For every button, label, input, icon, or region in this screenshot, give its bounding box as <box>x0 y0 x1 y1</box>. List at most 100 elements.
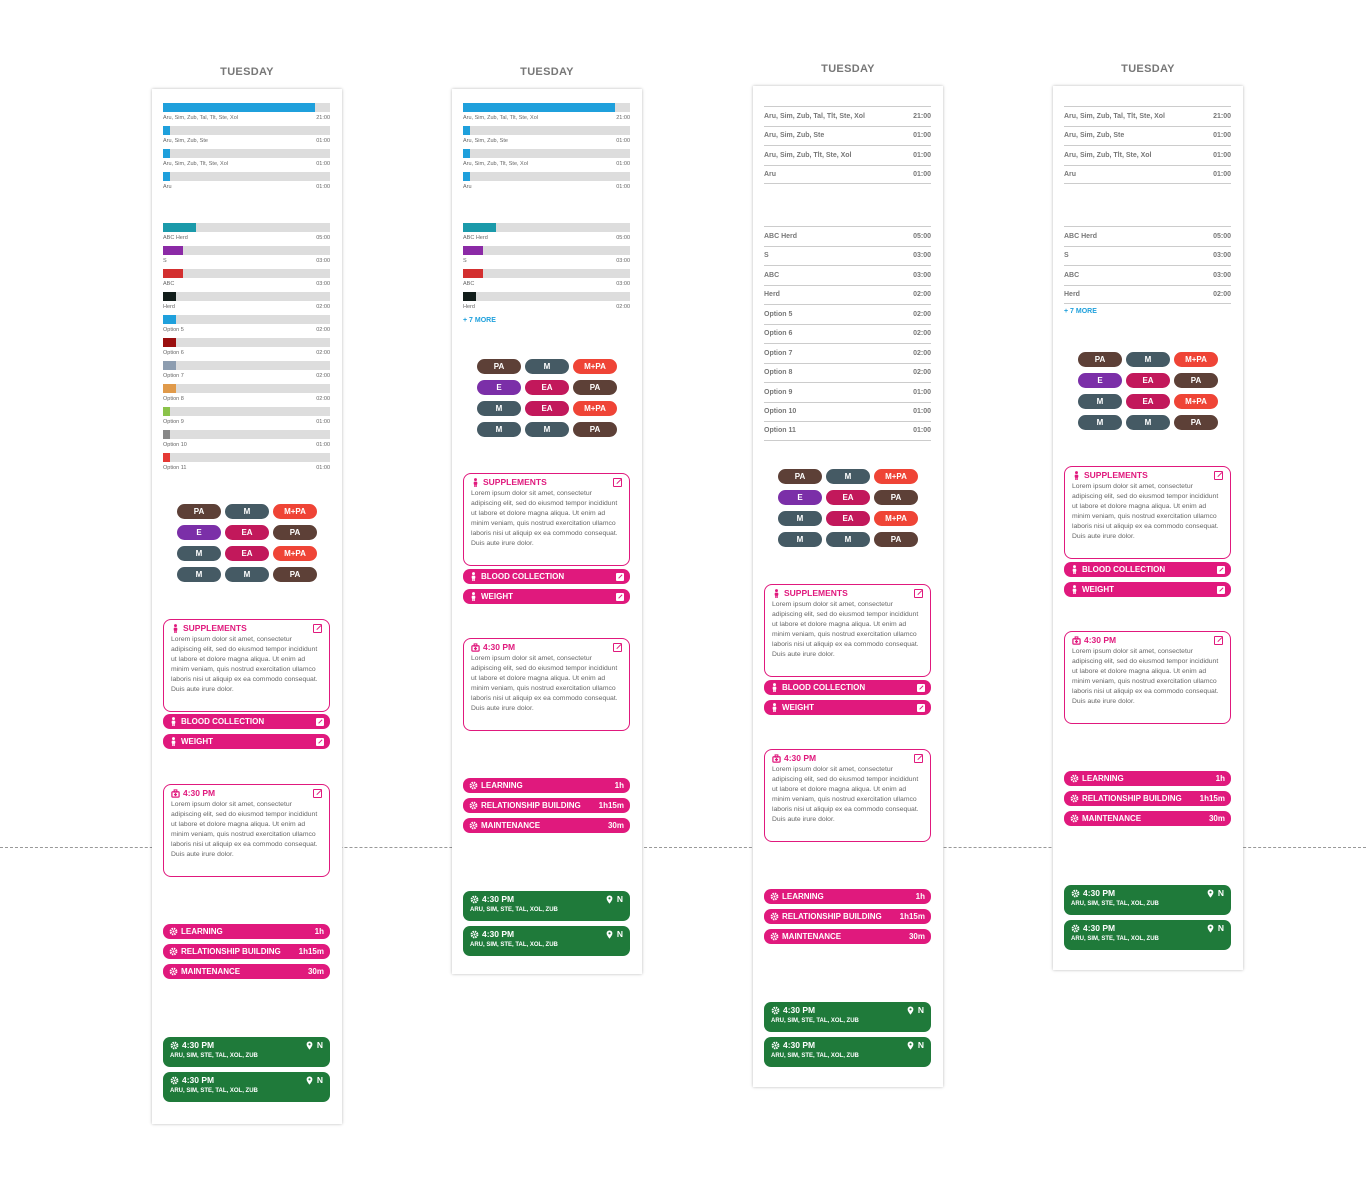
weight-bar[interactable]: WEIGHT <box>764 700 931 715</box>
edit-icon[interactable] <box>616 592 624 601</box>
event-card[interactable]: 4:30 PM N ARU, SIM, STE, TAL, XOL, ZUB <box>463 891 630 921</box>
activity-bar[interactable]: LEARNING 1h <box>463 778 630 793</box>
shift-pill[interactable]: M <box>525 359 569 374</box>
edit-icon[interactable] <box>914 588 923 598</box>
shift-pill[interactable]: PA <box>1078 352 1122 367</box>
shift-pill[interactable]: M <box>477 422 521 437</box>
shift-pill[interactable]: M <box>778 532 822 547</box>
shift-pill[interactable]: E <box>477 380 521 395</box>
activity-bar[interactable]: RELATIONSHIP BUILDING 1h15m <box>764 909 931 924</box>
activity-bar[interactable]: RELATIONSHIP BUILDING 1h15m <box>463 798 630 813</box>
shift-pill[interactable]: PA <box>273 567 317 582</box>
edit-icon[interactable] <box>313 788 322 798</box>
shift-pill[interactable]: M <box>1078 415 1122 430</box>
edit-icon[interactable] <box>613 477 622 487</box>
shift-pill[interactable]: PA <box>573 422 617 437</box>
shift-pill[interactable]: M+PA <box>1174 352 1218 367</box>
shift-pill[interactable]: PA <box>477 359 521 374</box>
shift-pill[interactable]: M <box>778 511 822 526</box>
supplements-card[interactable]: SUPPLEMENTS Lorem ipsum dolor sit amet, c… <box>463 473 630 566</box>
weight-bar[interactable]: WEIGHT <box>163 734 330 749</box>
shift-pill[interactable]: EA <box>525 380 569 395</box>
shift-pill[interactable]: M <box>1078 394 1122 409</box>
shift-pill[interactable]: EA <box>826 490 870 505</box>
appointment-card[interactable]: 4:30 PM Lorem ipsum dolor sit amet, conse… <box>764 749 931 842</box>
event-card[interactable]: 4:30 PM N ARU, SIM, STE, TAL, XOL, ZUB <box>1064 885 1231 915</box>
weight-bar[interactable]: WEIGHT <box>1064 582 1231 597</box>
shift-pill[interactable]: M <box>225 504 269 519</box>
activity-bar[interactable]: MAINTENANCE 30m <box>163 964 330 979</box>
shift-pill[interactable]: M <box>826 469 870 484</box>
shift-pill[interactable]: PA <box>573 380 617 395</box>
shift-pill[interactable]: PA <box>874 490 918 505</box>
edit-icon[interactable] <box>316 717 324 726</box>
event-card[interactable]: 4:30 PM N ARU, SIM, STE, TAL, XOL, ZUB <box>1064 920 1231 950</box>
activity-bar[interactable]: MAINTENANCE 30m <box>463 818 630 833</box>
supplements-card[interactable]: SUPPLEMENTS Lorem ipsum dolor sit amet, c… <box>764 584 931 677</box>
activity-bar[interactable]: RELATIONSHIP BUILDING 1h15m <box>1064 791 1231 806</box>
shift-pill[interactable]: PA <box>177 504 221 519</box>
shift-pill[interactable]: M <box>826 532 870 547</box>
more-link[interactable]: + 7 MORE <box>463 317 630 324</box>
shift-pill[interactable]: M <box>177 546 221 561</box>
activity-bar[interactable]: LEARNING 1h <box>1064 771 1231 786</box>
shift-pill[interactable]: EA <box>1126 373 1170 388</box>
activity-bar[interactable]: LEARNING 1h <box>764 889 931 904</box>
blood-collection-bar[interactable]: BLOOD COLLECTION <box>764 680 931 695</box>
event-card[interactable]: 4:30 PM N ARU, SIM, STE, TAL, XOL, ZUB <box>463 926 630 956</box>
shift-pill[interactable]: M <box>477 401 521 416</box>
shift-pill[interactable]: M+PA <box>874 511 918 526</box>
shift-pill[interactable]: M+PA <box>273 504 317 519</box>
activity-bar[interactable]: RELATIONSHIP BUILDING 1h15m <box>163 944 330 959</box>
activity-bar[interactable]: MAINTENANCE 30m <box>764 929 931 944</box>
shift-pill[interactable]: EA <box>525 401 569 416</box>
edit-icon[interactable] <box>316 737 324 746</box>
shift-pill[interactable]: PA <box>1174 373 1218 388</box>
shift-pill[interactable]: E <box>177 525 221 540</box>
edit-icon[interactable] <box>613 642 622 652</box>
shift-pill[interactable]: E <box>1078 373 1122 388</box>
supplements-card[interactable]: SUPPLEMENTS Lorem ipsum dolor sit amet, c… <box>1064 466 1231 559</box>
edit-icon[interactable] <box>1217 585 1225 594</box>
shift-pill[interactable]: PA <box>273 525 317 540</box>
supplements-card[interactable]: SUPPLEMENTS Lorem ipsum dolor sit amet, c… <box>163 619 330 712</box>
shift-pill[interactable]: M+PA <box>573 359 617 374</box>
shift-pill[interactable]: M <box>1126 352 1170 367</box>
edit-icon[interactable] <box>1214 635 1223 645</box>
shift-pill[interactable]: M+PA <box>273 546 317 561</box>
edit-icon[interactable] <box>917 703 925 712</box>
more-link[interactable]: + 7 MORE <box>1064 308 1231 315</box>
shift-pill[interactable]: M <box>525 422 569 437</box>
event-card[interactable]: 4:30 PM N ARU, SIM, STE, TAL, XOL, ZUB <box>764 1002 931 1032</box>
edit-icon[interactable] <box>616 572 624 581</box>
shift-pill[interactable]: PA <box>778 469 822 484</box>
shift-pill[interactable]: M <box>225 567 269 582</box>
blood-collection-bar[interactable]: BLOOD COLLECTION <box>163 714 330 729</box>
activity-bar[interactable]: LEARNING 1h <box>163 924 330 939</box>
shift-pill[interactable]: EA <box>225 546 269 561</box>
activity-bar[interactable]: MAINTENANCE 30m <box>1064 811 1231 826</box>
appointment-card[interactable]: 4:30 PM Lorem ipsum dolor sit amet, conse… <box>463 638 630 731</box>
event-card[interactable]: 4:30 PM N ARU, SIM, STE, TAL, XOL, ZUB <box>163 1037 330 1067</box>
edit-icon[interactable] <box>1217 565 1225 574</box>
appointment-card[interactable]: 4:30 PM Lorem ipsum dolor sit amet, conse… <box>1064 631 1231 724</box>
shift-pill[interactable]: EA <box>225 525 269 540</box>
edit-icon[interactable] <box>313 623 322 633</box>
shift-pill[interactable]: EA <box>1126 394 1170 409</box>
edit-icon[interactable] <box>917 683 925 692</box>
shift-pill[interactable]: E <box>778 490 822 505</box>
event-card[interactable]: 4:30 PM N ARU, SIM, STE, TAL, XOL, ZUB <box>163 1072 330 1102</box>
shift-pill[interactable]: M+PA <box>573 401 617 416</box>
shift-pill[interactable]: PA <box>874 532 918 547</box>
edit-icon[interactable] <box>914 753 923 763</box>
weight-bar[interactable]: WEIGHT <box>463 589 630 604</box>
shift-pill[interactable]: M <box>177 567 221 582</box>
shift-pill[interactable]: M <box>1126 415 1170 430</box>
appointment-card[interactable]: 4:30 PM Lorem ipsum dolor sit amet, conse… <box>163 784 330 877</box>
blood-collection-bar[interactable]: BLOOD COLLECTION <box>463 569 630 584</box>
blood-collection-bar[interactable]: BLOOD COLLECTION <box>1064 562 1231 577</box>
edit-icon[interactable] <box>1214 470 1223 480</box>
shift-pill[interactable]: EA <box>826 511 870 526</box>
shift-pill[interactable]: M+PA <box>874 469 918 484</box>
event-card[interactable]: 4:30 PM N ARU, SIM, STE, TAL, XOL, ZUB <box>764 1037 931 1067</box>
